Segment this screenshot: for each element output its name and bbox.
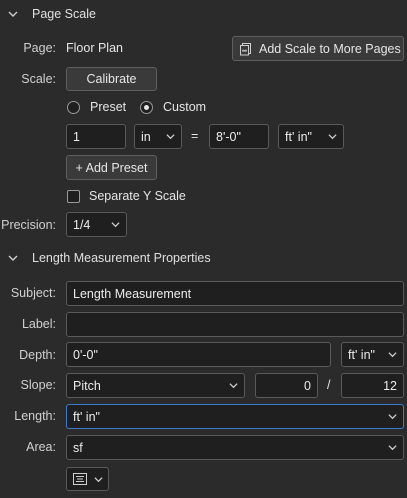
depth-unit-value: ft' in": [348, 347, 375, 362]
section-header-length-properties[interactable]: Length Measurement Properties: [8, 251, 211, 265]
pages-scale-icon: [240, 42, 251, 55]
subject-input[interactable]: Length Measurement: [66, 281, 404, 306]
equals-sign: =: [191, 129, 199, 143]
chevron-down-icon: [388, 414, 397, 420]
chevron-down-icon: [166, 134, 175, 140]
label-input[interactable]: [66, 312, 404, 337]
area-unit-value: sf: [73, 440, 83, 455]
label-label: Label:: [21, 317, 56, 331]
chevron-down-icon: [229, 383, 238, 389]
real-unit-select[interactable]: ft' in": [278, 124, 344, 149]
section-title: Page Scale: [32, 7, 96, 21]
length-label: Length:: [14, 409, 56, 423]
chevron-down-icon: [111, 222, 120, 228]
add-scale-to-more-pages-button[interactable]: Add Scale to More Pages: [232, 36, 404, 61]
section-header-page-scale[interactable]: Page Scale: [8, 7, 96, 21]
precision-select[interactable]: 1/4: [66, 212, 127, 237]
slope-separator: /: [327, 378, 331, 392]
subject-label: Subject:: [10, 286, 56, 300]
preset-radio[interactable]: [67, 101, 80, 114]
real-unit-value: ft' in": [285, 129, 312, 144]
depth-label: Depth:: [19, 348, 56, 362]
area-unit-select[interactable]: sf: [66, 435, 404, 460]
slope-type-select[interactable]: Pitch: [66, 373, 245, 398]
scale-value-input[interactable]: 1: [66, 124, 126, 149]
page-label: Page:: [23, 41, 56, 55]
text-format-dropdown[interactable]: [66, 467, 109, 491]
depth-input[interactable]: 0'-0": [66, 342, 331, 367]
add-preset-button[interactable]: + Add Preset: [66, 155, 157, 180]
scale-label: Scale:: [21, 72, 56, 86]
length-unit-select[interactable]: ft' in": [66, 404, 404, 429]
separate-y-scale-checkbox[interactable]: [67, 190, 80, 203]
chevron-down-icon: [388, 445, 397, 451]
custom-label: Custom: [163, 100, 207, 114]
real-value-input[interactable]: 8'-0": [209, 124, 269, 149]
slope-type-value: Pitch: [73, 378, 101, 393]
calibrate-button[interactable]: Calibrate: [66, 67, 157, 91]
slope-run-input[interactable]: 12: [341, 373, 404, 398]
precision-label: Precision:: [1, 218, 56, 232]
separate-y-scale-label: Separate Y Scale: [89, 189, 186, 203]
chevron-down-icon: [8, 255, 18, 261]
section-title: Length Measurement Properties: [32, 251, 211, 265]
chevron-down-icon: [94, 476, 103, 482]
precision-value: 1/4: [73, 217, 91, 232]
length-unit-value: ft' in": [73, 409, 100, 424]
add-scale-label: Add Scale to More Pages: [259, 41, 401, 56]
page-value: Floor Plan: [66, 41, 123, 55]
chevron-down-icon: [328, 134, 337, 140]
slope-label: Slope:: [20, 378, 56, 392]
scale-unit-select[interactable]: in: [134, 124, 182, 149]
custom-radio[interactable]: [140, 101, 153, 114]
text-align-icon: [73, 473, 87, 485]
area-label: Area:: [26, 440, 56, 454]
slope-rise-input[interactable]: 0: [255, 373, 318, 398]
scale-unit-value: in: [141, 129, 151, 144]
chevron-down-icon: [8, 11, 18, 17]
preset-label: Preset: [90, 100, 127, 114]
chevron-down-icon: [388, 352, 397, 358]
depth-unit-select[interactable]: ft' in": [341, 342, 404, 367]
